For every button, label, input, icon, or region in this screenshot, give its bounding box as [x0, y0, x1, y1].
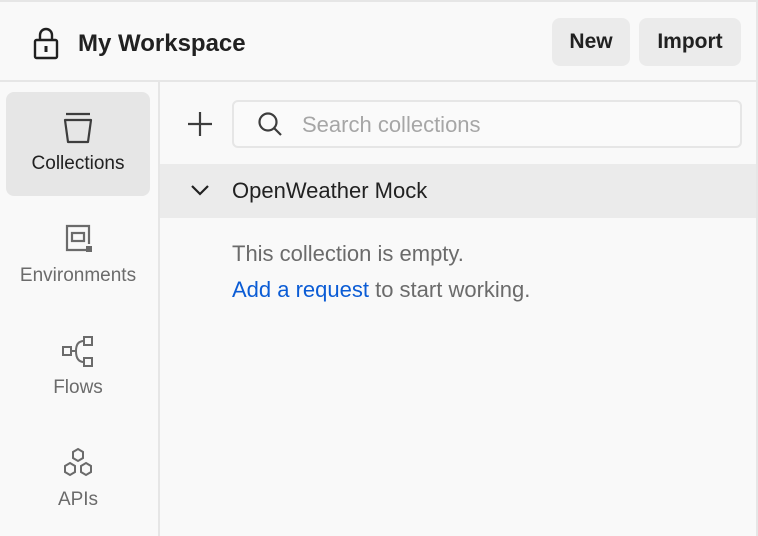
flows-icon — [62, 336, 93, 367]
search-box[interactable] — [232, 100, 742, 148]
workspace-title: My Workspace — [78, 30, 246, 57]
sidebar-item-apis[interactable]: APIs — [6, 428, 150, 532]
chevron-down-icon[interactable] — [188, 178, 212, 202]
sidebar-item-label: Flows — [53, 377, 103, 398]
new-button[interactable]: New — [552, 18, 630, 66]
sidebar-item-collections[interactable]: Collections — [6, 92, 150, 196]
add-request-link[interactable]: Add a request — [232, 277, 369, 302]
sidebar-item-label: Collections — [31, 153, 125, 174]
empty-collection-message: This collection is empty. Add a request … — [232, 236, 530, 308]
import-button[interactable]: Import — [639, 18, 741, 66]
empty-hint-suffix: to start working. — [368, 277, 531, 302]
empty-text: This collection is empty. — [232, 241, 464, 266]
sidebar-item-label: APIs — [57, 489, 99, 510]
sidebar-item-environments[interactable]: Environments — [6, 204, 150, 308]
empty-hint: Add a request to start working. — [232, 272, 530, 308]
add-collection-icon[interactable] — [182, 106, 218, 142]
workspace-header: My Workspace New Import — [0, 2, 756, 82]
search-input[interactable] — [300, 106, 724, 144]
apis-icon — [64, 447, 92, 477]
search-icon — [258, 112, 282, 136]
sidebar-item-flows[interactable]: Flows — [6, 316, 150, 420]
sidebar: Collections Environments Flows APIs — [0, 82, 160, 536]
app-window: My Workspace New Import Collections Envi… — [0, 0, 758, 536]
sidebar-item-label: Environments — [19, 265, 137, 286]
collection-item[interactable]: OpenWeather Mock — [160, 164, 756, 218]
collection-name: OpenWeather Mock — [232, 178, 428, 203]
collections-icon — [63, 112, 93, 144]
lock-icon — [33, 27, 59, 60]
environments-icon — [65, 224, 92, 252]
collections-panel: OpenWeather Mock This collection is empt… — [160, 82, 756, 536]
